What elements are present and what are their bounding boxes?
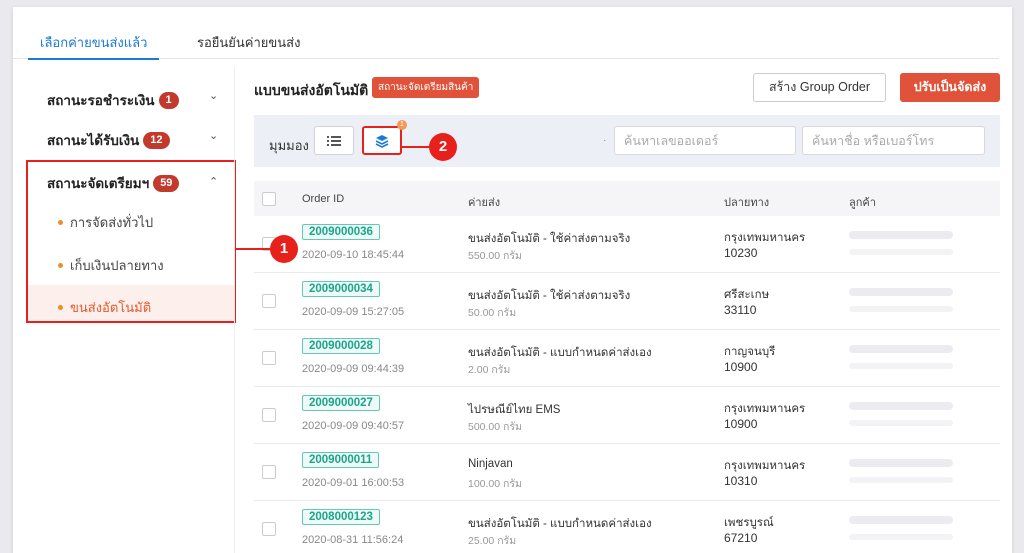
highlight-box-1 (26, 160, 236, 323)
destination-zip: 10310 (724, 474, 758, 488)
parcel-weight: 500.00 กรัม (468, 421, 522, 433)
sidebar-group-label: สถานะได้รับเงิน (47, 133, 140, 148)
destination-zip: 67210 (724, 531, 758, 545)
table-header: Order ID ค่ายส่ง ปลายทาง ลูกค้า (254, 181, 1000, 216)
customer-search-input[interactable] (802, 126, 985, 155)
mark-shipped-button[interactable]: ปรับเป็นจัดส่ง (900, 73, 1000, 102)
page-title: แบบขนส่งอัตโนมัติ (254, 82, 369, 98)
create-group-order-button[interactable]: สร้าง Group Order (753, 73, 886, 102)
table-row[interactable]: 2009000028 2020-09-09 09:44:39 ขนส่งอัตโ… (254, 330, 1000, 387)
order-date: 2020-09-09 15:27:05 (302, 306, 405, 318)
order-date: 2020-09-09 09:44:39 (302, 363, 405, 375)
parcel-weight: 2.00 กรัม (468, 364, 511, 376)
destination-zip: 10900 (724, 360, 758, 374)
customer-placeholder (849, 231, 953, 239)
customer-placeholder (849, 477, 953, 483)
customer-placeholder (849, 345, 953, 353)
row-checkbox[interactable] (262, 522, 276, 536)
list-view-button[interactable] (314, 126, 354, 155)
order-id-link[interactable]: 2009000034 (302, 281, 380, 297)
row-checkbox[interactable] (262, 294, 276, 308)
order-id-link[interactable]: 2009000028 (302, 338, 380, 354)
view-label: มุมมอง (269, 138, 309, 153)
parcel-weight: 50.00 กรัม (468, 307, 517, 319)
row-checkbox[interactable] (262, 351, 276, 365)
destination-province: กาญจนบุรี (724, 346, 776, 358)
row-checkbox[interactable] (262, 408, 276, 422)
separator-dot: · (603, 135, 607, 146)
destination-zip: 10900 (724, 417, 758, 431)
table-row[interactable]: 2009000011 2020-09-01 16:00:53 Ninjavan … (254, 444, 1000, 501)
column-header-order-id: Order ID (302, 193, 345, 205)
customer-placeholder (849, 402, 953, 410)
sidebar-group-payment-received[interactable]: สถานะได้รับเงิน 12 (47, 129, 170, 151)
parcel-weight: 100.00 กรัม (468, 478, 522, 490)
table-row[interactable]: 2009000036 2020-09-10 18:45:44 ขนส่งอัตโ… (254, 216, 1000, 273)
order-id-link[interactable]: 2009000011 (302, 452, 380, 468)
column-header-destination: ปลายทาง (724, 197, 770, 209)
count-badge: 12 (143, 131, 170, 149)
carrier-name: ขนส่งอัตโนมัติ - แบบกำหนดค่าส่งเอง (468, 347, 652, 359)
carrier-name: ขนส่งอัตโนมัติ - ใช้ค่าส่งตามจริง (468, 233, 631, 245)
layer-view-button[interactable] (362, 126, 402, 155)
sidebar-group-awaiting-payment[interactable]: สถานะรอชำระเงิน 1 (47, 89, 179, 111)
tab-selected-carrier[interactable]: เลือกค่ายขนส่งแล้ว (27, 32, 160, 60)
carrier-name: ไปรษณีย์ไทย EMS (468, 404, 561, 416)
chevron-down-icon[interactable]: ⌄ (209, 89, 218, 102)
parcel-weight: 25.00 กรัม (468, 535, 517, 547)
table-row[interactable]: 2008000123 2020-08-31 11:56:24 ขนส่งอัตโ… (254, 501, 1000, 553)
callout-marker-1: 1 (270, 235, 298, 263)
customer-placeholder (849, 363, 953, 369)
customer-placeholder (849, 249, 953, 255)
chevron-down-icon[interactable]: ⌄ (209, 129, 218, 142)
destination-province: ศรีสะเกษ (724, 289, 770, 301)
carrier-name: ขนส่งอัตโนมัติ - แบบกำหนดค่าส่งเอง (468, 518, 652, 530)
column-header-customer: ลูกค้า (849, 197, 876, 209)
callout-connector (401, 146, 431, 148)
customer-placeholder (849, 288, 953, 296)
tab-pending-carrier[interactable]: รอยืนยันค่ายขนส่ง (197, 32, 300, 53)
column-header-carrier: ค่ายส่ง (468, 197, 501, 209)
destination-province: กรุงเทพมหานคร (724, 460, 806, 472)
sidebar-divider (234, 67, 235, 553)
sidebar-group-label: สถานะรอชำระเงิน (47, 93, 155, 108)
order-date: 2020-09-09 09:40:57 (302, 420, 405, 432)
order-id-link[interactable]: 2009000027 (302, 395, 380, 411)
customer-placeholder (849, 306, 953, 312)
order-date: 2020-08-31 11:56:24 (302, 534, 404, 546)
list-icon (327, 135, 341, 146)
customer-placeholder (849, 420, 953, 426)
select-all-checkbox[interactable] (262, 192, 276, 206)
order-date: 2020-09-10 18:45:44 (302, 249, 405, 261)
customer-placeholder (849, 459, 953, 467)
carrier-name: Ninjavan (468, 458, 513, 470)
count-badge: 1 (158, 91, 179, 109)
table-row[interactable]: 2009000034 2020-09-09 15:27:05 ขนส่งอัตโ… (254, 273, 1000, 330)
order-id-link[interactable]: 2009000036 (302, 224, 380, 240)
callout-connector (236, 248, 272, 250)
row-checkbox[interactable] (262, 465, 276, 479)
status-badge: สถานะจัดเตรียมสินค้า (372, 77, 480, 98)
filter-toolbar: มุมมอง 1 · (254, 115, 1000, 167)
order-id-link[interactable]: 2008000123 (302, 509, 380, 525)
parcel-weight: 550.00 กรัม (468, 250, 522, 262)
order-date: 2020-09-01 16:00:53 (302, 477, 405, 489)
notification-badge: 1 (397, 120, 407, 130)
main-card: เลือกค่ายขนส่งแล้ว รอยืนยันค่ายขนส่ง สถา… (13, 7, 1012, 553)
destination-province: กรุงเทพมหานคร (724, 403, 806, 415)
order-search-input[interactable] (614, 126, 796, 155)
table-row[interactable]: 2009000027 2020-09-09 09:40:57 ไปรษณีย์ไ… (254, 387, 1000, 444)
destination-province: กรุงเทพมหานคร (724, 232, 806, 244)
callout-marker-2: 2 (429, 133, 457, 161)
carrier-name: ขนส่งอัตโนมัติ - ใช้ค่าส่งตามจริง (468, 290, 631, 302)
customer-placeholder (849, 516, 953, 524)
tab-bar: เลือกค่ายขนส่งแล้ว รอยืนยันค่ายขนส่ง (13, 7, 999, 60)
layers-icon (375, 134, 389, 148)
customer-placeholder (849, 534, 953, 540)
destination-province: เพชรบูรณ์ (724, 517, 774, 529)
destination-zip: 33110 (724, 303, 757, 317)
destination-zip: 10230 (724, 246, 758, 260)
